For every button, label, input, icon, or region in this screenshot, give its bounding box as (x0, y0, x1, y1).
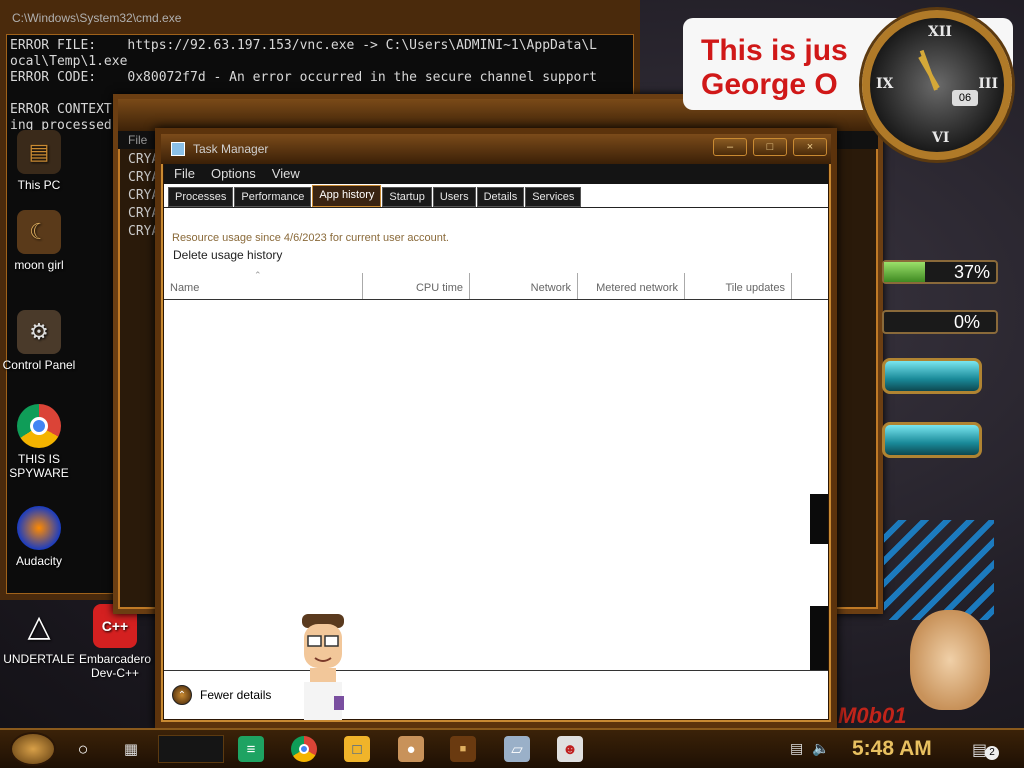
desktop-icon-control-panel[interactable]: ⚙ Control Panel (0, 310, 78, 372)
clock-numeral: IX (876, 76, 894, 92)
column-tile-updates[interactable]: Tile updates (685, 273, 792, 299)
console-line: ocal\Temp\1.exe (10, 54, 128, 69)
desktop-icon-label: moon girl (14, 258, 64, 272)
app-history-column-headers: Name CPU time Network Metered network Ti… (164, 273, 828, 300)
cpu-meter-value: 37% (954, 262, 991, 282)
desktop-icon-devcpp[interactable]: C++ Embarcadero Dev-C++ (76, 604, 154, 680)
column-cpu-time[interactable]: CPU time (363, 273, 470, 299)
task-manager-title: Task Manager (193, 142, 269, 156)
desktop-icon-spyware[interactable]: THIS IS SPYWARE (0, 404, 78, 480)
desktop-icon-moon-girl[interactable]: ☾ moon girl (0, 210, 78, 272)
minimize-button[interactable]: – (713, 138, 747, 156)
column-name[interactable]: Name (164, 273, 363, 299)
console-line: ERROR CONTEXT (10, 102, 112, 117)
scrollbar-segment[interactable] (810, 606, 828, 676)
cpu-meter-fill (884, 262, 926, 282)
watermark-text: M0b01 (838, 703, 907, 728)
image-icon: ☾ (17, 210, 61, 254)
fewer-details-button[interactable]: ⌃ Fewer details (172, 685, 271, 705)
desktop-icon-label: Audacity (15, 554, 63, 568)
google-sheets-icon[interactable]: ≡ (238, 736, 264, 762)
console-line: ERROR FILE: https://92.63.197.153/vnc.ex… (10, 38, 597, 53)
tab-startup[interactable]: Startup (382, 187, 432, 207)
console-title-bar[interactable]: C:\Windows\System32\cmd.exe (12, 6, 628, 30)
network-icon[interactable]: ▤ (790, 740, 803, 757)
hamster-image (910, 610, 990, 710)
chevron-up-icon: ⌃ (172, 685, 192, 705)
menu-file[interactable]: File (174, 164, 195, 184)
console-line: ERROR CODE: 0x80072f7d - An error occurr… (10, 70, 597, 85)
task-view-icon[interactable]: ▦ (118, 736, 144, 762)
cartoon-character (302, 614, 344, 720)
unity-icon: △ (27, 609, 51, 643)
task-manager-menu-bar: File Options View (164, 164, 828, 184)
tab-services[interactable]: Services (525, 187, 582, 207)
start-button[interactable] (10, 732, 56, 766)
ram-meter (882, 310, 998, 334)
desktop-icon-this-pc[interactable]: ▤ This PC (0, 130, 78, 192)
menu-view[interactable]: View (272, 164, 300, 184)
cortana-icon[interactable]: ○ (70, 736, 96, 762)
chrome-icon (17, 404, 61, 448)
clock-date: 06 (952, 90, 978, 106)
tube-gauge (882, 422, 982, 458)
ram-meter-value: 0% (954, 312, 981, 332)
task-manager-title-bar[interactable]: Task Manager – □ × (161, 134, 831, 164)
window-controls: – □ × (713, 138, 827, 156)
app-icon[interactable]: ■ (450, 736, 476, 762)
usage-since-text: Resource usage since 4/6/2023 for curren… (172, 232, 449, 244)
hamster-app-icon[interactable]: ● (398, 736, 424, 762)
taskbar-search-box[interactable] (158, 735, 224, 763)
console-title: C:\Windows\System32\cmd.exe (12, 11, 182, 25)
column-metered-network[interactable]: Metered network (578, 273, 685, 299)
desktop-icon-label: THIS IS SPYWARE (9, 452, 69, 480)
audacity-icon (17, 506, 61, 550)
pipe-decoration (884, 520, 994, 620)
desktop-icon-audacity[interactable]: Audacity (0, 506, 78, 568)
tab-users[interactable]: Users (432, 187, 476, 207)
volume-muted-icon[interactable]: 🔈 (812, 740, 829, 757)
theater-masks-icon[interactable]: ☻ (557, 736, 583, 762)
steampunk-clock: XII III VI IX 06 (862, 10, 1012, 160)
clock-hand (918, 55, 940, 89)
task-manager-footer: ⌃ Fewer details (164, 670, 828, 719)
file-explorer-icon[interactable]: □ (344, 736, 370, 762)
delete-usage-history-link[interactable]: Delete usage history (173, 248, 282, 262)
control-panel-icon: ⚙ (17, 310, 61, 354)
taskbar-clock[interactable]: 5:48 AM (852, 737, 932, 761)
tube-gauge (882, 358, 982, 394)
taskbar: ○ ▦ ≡ □ ● ■ ▱ ☻ ▤ 🔈 5:48 AM ▤ 2 (0, 728, 1024, 768)
clock-numeral: III (978, 76, 998, 92)
chrome-icon[interactable] (291, 736, 317, 762)
computer-icon: ▤ (17, 130, 61, 174)
task-manager-tabs: Processes Performance App history Startu… (164, 184, 828, 208)
task-manager-icon (171, 142, 185, 156)
scrollbar-segment[interactable] (810, 494, 828, 544)
desktop-icon-label: This PC (17, 178, 61, 192)
column-network[interactable]: Network (470, 273, 578, 299)
desktop-icon-label: UNDERTALE (3, 652, 75, 666)
task-manager-window[interactable]: Task Manager – □ × File Options View Pro… (155, 128, 837, 728)
menu-options[interactable]: Options (211, 164, 256, 184)
clock-numeral: XII (928, 24, 952, 40)
desktop-icon-label: Control Panel (2, 358, 76, 372)
clock-numeral: VI (932, 130, 950, 146)
tab-processes[interactable]: Processes (168, 187, 234, 207)
app-history-panel: Resource usage since 4/6/2023 for curren… (164, 208, 828, 676)
fewer-details-label: Fewer details (200, 688, 272, 702)
tab-details[interactable]: Details (476, 187, 525, 207)
maximize-button[interactable]: □ (753, 138, 787, 156)
tab-app-history[interactable]: App history (312, 185, 382, 207)
tab-performance[interactable]: Performance (234, 187, 312, 207)
notification-count-badge: 2 (985, 746, 999, 760)
desktop-icon-label: Embarcadero Dev-C++ (78, 652, 152, 680)
desktop-icon-undertale[interactable]: △ UNDERTALE (0, 604, 78, 667)
folder-icon[interactable]: ▱ (504, 736, 530, 762)
close-button[interactable]: × (793, 138, 827, 156)
